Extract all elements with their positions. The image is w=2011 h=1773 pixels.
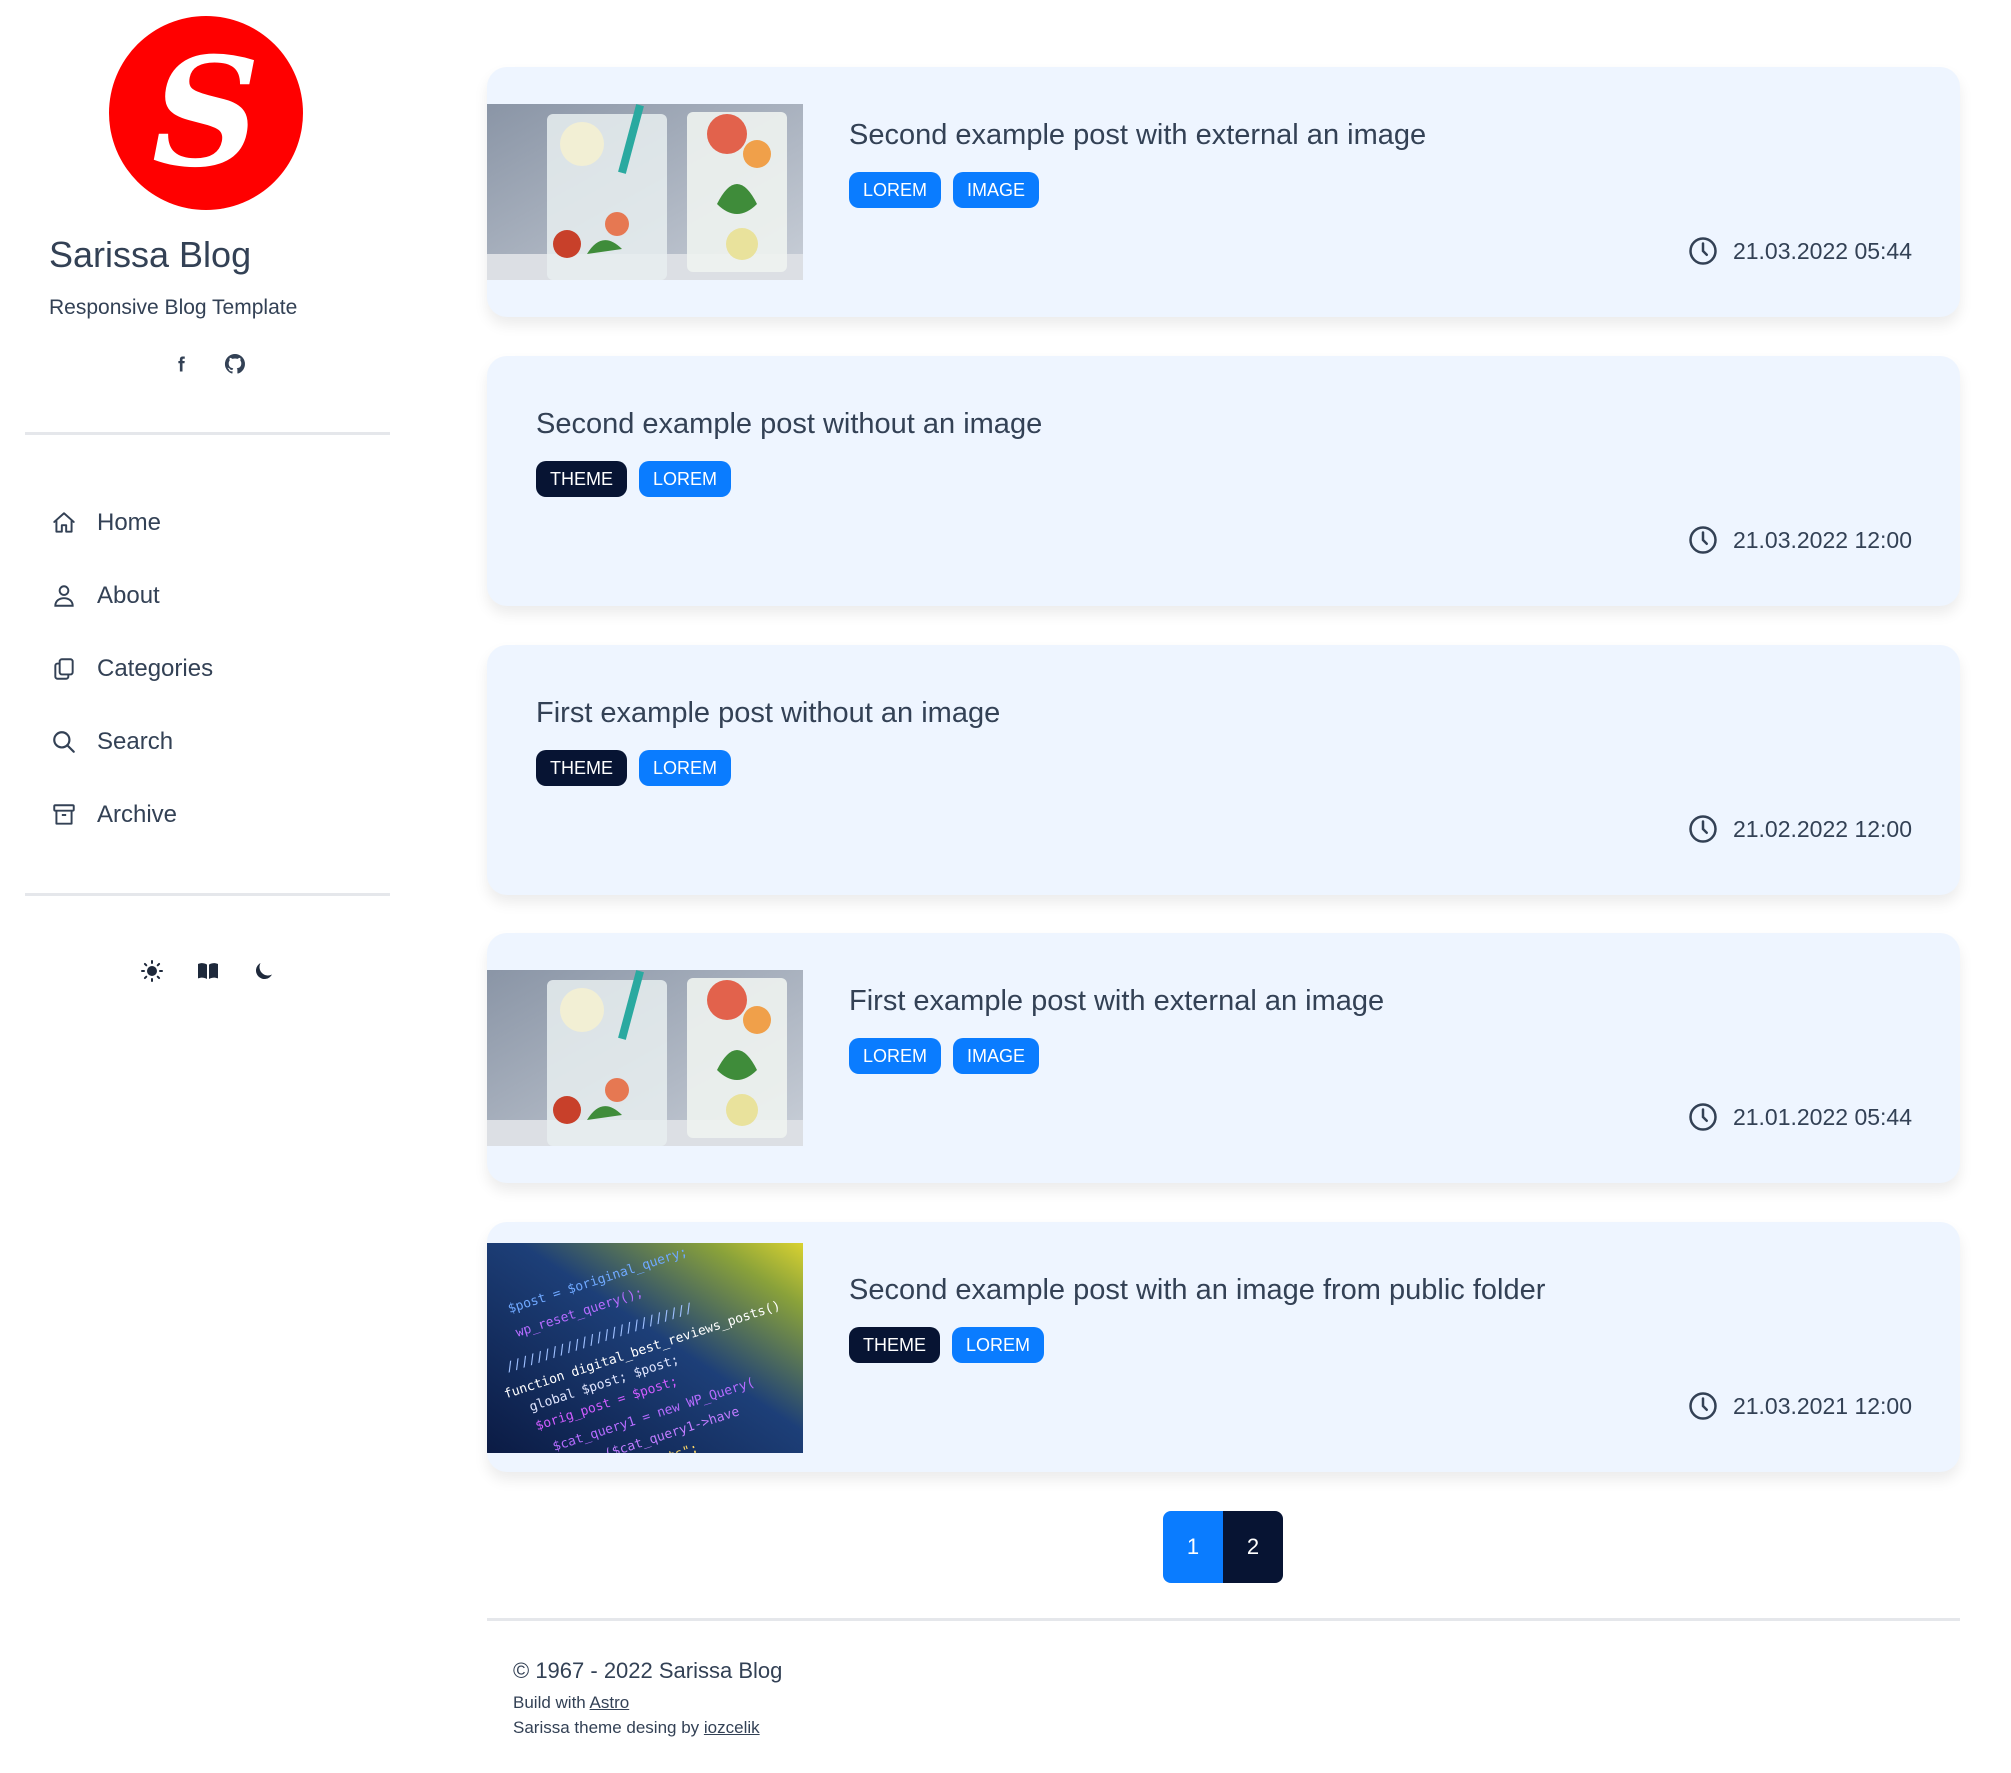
book-icon[interactable] <box>195 958 221 984</box>
post-title[interactable]: First example post without an image <box>536 697 1000 730</box>
footer-build: Build with Astro <box>513 1690 782 1715</box>
github-icon[interactable] <box>223 352 247 376</box>
post-tags: THEME LOREM <box>536 750 732 786</box>
clock-icon <box>1687 813 1719 845</box>
post-title[interactable]: First example post with external an imag… <box>849 985 1384 1018</box>
nav-label: Search <box>97 728 174 755</box>
archive-icon <box>49 800 79 830</box>
astro-link[interactable]: Astro <box>590 1693 630 1712</box>
nav-label: Home <box>97 509 162 536</box>
post-date: 21.03.2021 12:00 <box>1687 1390 1912 1422</box>
clock-icon <box>1687 235 1719 267</box>
sun-icon[interactable] <box>139 958 165 984</box>
search-icon <box>49 727 79 757</box>
nav-label: Archive <box>97 801 178 828</box>
sidebar: S Sarissa Blog Responsive Blog Template … <box>0 0 415 1773</box>
tag-lorem[interactable]: LOREM <box>952 1327 1045 1363</box>
footer-theme: Sarissa theme desing by iozcelik <box>513 1715 782 1740</box>
post-date-text: 21.01.2022 05:44 <box>1732 1103 1912 1130</box>
nav-item-about[interactable]: About <box>49 581 213 611</box>
post-card[interactable]: First example post without an image THEM… <box>487 645 1960 895</box>
post-title[interactable]: Second example post without an image <box>536 408 1042 441</box>
nav-label: Categories <box>97 655 214 682</box>
moon-icon[interactable] <box>251 958 277 984</box>
logo-letter: S <box>151 25 261 201</box>
tag-lorem[interactable]: LOREM <box>849 1038 942 1074</box>
site-logo[interactable]: S <box>109 16 303 210</box>
post-title[interactable]: Second example post with external an ima… <box>849 119 1426 152</box>
page-button-1[interactable]: 1 <box>1163 1511 1223 1583</box>
tag-lorem[interactable]: LOREM <box>639 461 732 497</box>
post-card[interactable]: Second example post without an image THE… <box>487 356 1960 606</box>
footer: © 1967 - 2022 Sarissa Blog Build with As… <box>513 1658 782 1740</box>
author-link[interactable]: iozcelik <box>704 1718 760 1737</box>
home-icon <box>49 508 79 538</box>
page-button-2[interactable]: 2 <box>1223 1511 1283 1583</box>
nav-item-categories[interactable]: Categories <box>49 654 213 684</box>
clock-icon <box>1687 1101 1719 1133</box>
tag-image[interactable]: IMAGE <box>953 172 1040 208</box>
tag-image[interactable]: IMAGE <box>953 1038 1040 1074</box>
pagination: 1 2 <box>1163 1511 1283 1583</box>
footer-copyright: © 1967 - 2022 Sarissa Blog <box>513 1658 783 1683</box>
post-image-drinks[interactable] <box>487 970 803 1146</box>
clock-icon <box>1687 524 1719 556</box>
nav-item-home[interactable]: Home <box>49 508 213 538</box>
tag-lorem[interactable]: LOREM <box>639 750 732 786</box>
facebook-icon[interactable] <box>169 352 193 376</box>
post-title[interactable]: Second example post with an image from p… <box>849 1274 1545 1307</box>
theme-switcher <box>0 958 415 984</box>
post-date-text: 21.03.2022 12:00 <box>1732 526 1912 553</box>
post-card[interactable]: Second example post with external an ima… <box>487 67 1960 317</box>
post-date-text: 21.03.2021 12:00 <box>1732 1392 1912 1419</box>
tag-theme[interactable]: THEME <box>536 750 627 786</box>
post-image-code[interactable]: $post = $original_query; wp_reset_query(… <box>487 1243 803 1472</box>
nav-item-search[interactable]: Search <box>49 727 213 757</box>
post-date: 21.03.2022 05:44 <box>1687 235 1912 267</box>
footer-build-prefix: Build with <box>513 1693 590 1712</box>
post-tags: THEME LOREM <box>849 1327 1045 1363</box>
post-tags: LOREM IMAGE <box>849 172 1040 208</box>
nav-label: About <box>97 582 160 609</box>
clock-icon <box>1687 1390 1719 1422</box>
tag-theme[interactable]: THEME <box>849 1327 940 1363</box>
copy-icon <box>49 654 79 684</box>
post-tags: THEME LOREM <box>536 461 732 497</box>
user-icon <box>49 581 79 611</box>
post-date-text: 21.03.2022 05:44 <box>1732 237 1912 264</box>
site-subtitle: Responsive Blog Template <box>49 296 298 319</box>
sidebar-divider <box>25 893 390 896</box>
post-tags: LOREM IMAGE <box>849 1038 1040 1074</box>
site-title[interactable]: Sarissa Blog <box>49 234 251 276</box>
sidebar-divider <box>25 432 390 435</box>
footer-divider <box>487 1618 1960 1621</box>
footer-theme-prefix: Sarissa theme desing by <box>513 1718 704 1737</box>
nav-item-archive[interactable]: Archive <box>49 800 213 830</box>
post-card[interactable]: First example post with external an imag… <box>487 933 1960 1183</box>
tag-lorem[interactable]: LOREM <box>849 172 942 208</box>
post-date: 21.03.2022 12:00 <box>1687 524 1912 556</box>
main-nav: Home About Categories Search Archive <box>49 508 213 873</box>
post-date: 21.01.2022 05:44 <box>1687 1101 1912 1133</box>
post-date-text: 21.02.2022 12:00 <box>1732 815 1912 842</box>
post-image-drinks[interactable] <box>487 104 803 280</box>
tag-theme[interactable]: THEME <box>536 461 627 497</box>
social-links <box>0 352 415 376</box>
post-card[interactable]: $post = $original_query; wp_reset_query(… <box>487 1222 1960 1472</box>
post-date: 21.02.2022 12:00 <box>1687 813 1912 845</box>
